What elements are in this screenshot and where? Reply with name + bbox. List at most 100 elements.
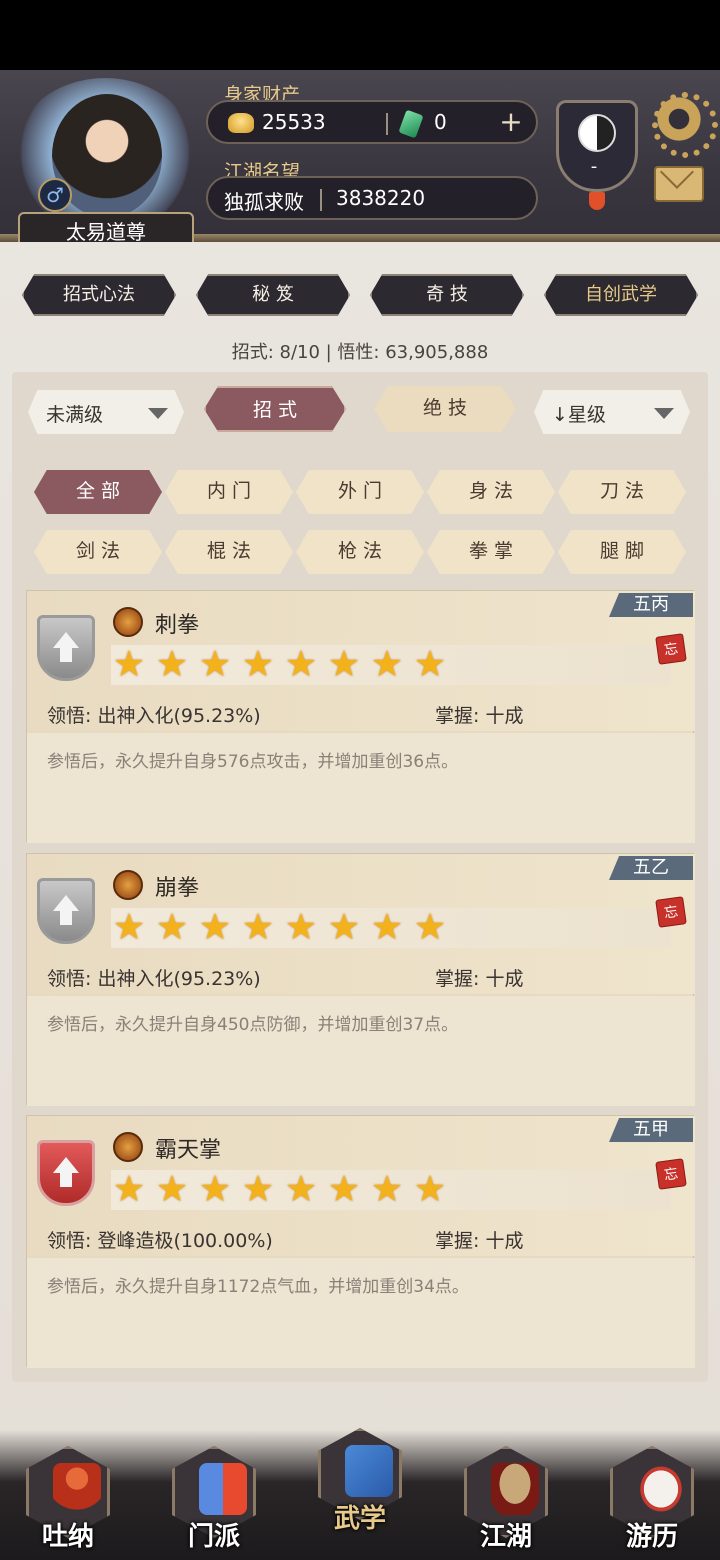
level-filter-value: 未满级	[46, 404, 104, 426]
star-icon: ★	[155, 1169, 189, 1210]
taiji-badge[interactable]: -	[556, 84, 638, 210]
star-icon: ★	[413, 1169, 447, 1210]
skill-mastery: 掌握: 十成	[435, 1230, 524, 1252]
star-icon: ★	[155, 644, 189, 685]
skill-card[interactable]: 霸天掌 ★ ★ ★ ★ ★ ★ ★ ★ 领悟: 登峰造极(100.00%) 掌握…	[26, 1115, 695, 1368]
nav-sect[interactable]: 门派	[166, 1446, 262, 1556]
category-movement[interactable]: 身 法	[427, 470, 555, 514]
gold-ingot-icon	[228, 113, 254, 133]
category-sword[interactable]: 剑 法	[34, 530, 162, 574]
category-all[interactable]: 全 部	[34, 470, 162, 514]
star-icon: ★	[370, 644, 404, 685]
tab-unique-skills[interactable]: 奇 技	[370, 274, 524, 316]
star-rating: ★ ★ ★ ★ ★ ★ ★ ★	[111, 1170, 671, 1210]
taiji-value: -	[590, 156, 598, 177]
nav-label: 江湖	[479, 1522, 532, 1552]
skill-type-icon	[113, 607, 143, 637]
star-icon: ★	[112, 907, 146, 948]
star-icon: ★	[284, 644, 318, 685]
nav-label: 游历	[625, 1522, 678, 1552]
skill-card[interactable]: 崩拳 ★ ★ ★ ★ ★ ★ ★ ★ 领悟: 出神入化(95.23%) 掌握: …	[26, 853, 695, 1106]
skill-grade-tag: 五丙	[609, 593, 693, 617]
yin-yang-icon	[578, 114, 616, 152]
star-icon: ★	[241, 644, 275, 685]
star-icon: ★	[155, 907, 189, 948]
skill-description: 参悟后，永久提升自身576点攻击，并增加重创36点。	[47, 752, 459, 772]
skill-name: 崩拳	[155, 876, 200, 901]
skill-type-icon	[113, 1132, 143, 1162]
nav-travel[interactable]: 游历	[604, 1446, 700, 1556]
up-arrow-icon	[53, 632, 79, 648]
skill-description: 参悟后，永久提升自身1172点气血，并增加重创34点。	[47, 1277, 469, 1297]
category-blade[interactable]: 刀 法	[558, 470, 686, 514]
fame-box: 独孤求败 3838220	[206, 176, 538, 220]
category-inner[interactable]: 内 门	[165, 470, 293, 514]
star-icon: ★	[413, 907, 447, 948]
skill-grade-tag: 五乙	[609, 856, 693, 880]
player-avatar[interactable]: ♂	[14, 78, 196, 228]
chevron-down-icon	[148, 408, 168, 419]
nav-label: 门派	[187, 1522, 240, 1552]
star-icon: ★	[327, 1169, 361, 1210]
star-icon: ★	[284, 1169, 318, 1210]
jade-icon	[398, 109, 424, 139]
add-currency-button[interactable]: +	[496, 108, 526, 138]
chevron-down-icon	[654, 408, 674, 419]
segment-ultimates[interactable]: 绝 技	[374, 386, 516, 432]
up-arrow-stem	[60, 911, 72, 925]
up-arrow-icon	[53, 1157, 79, 1173]
skill-card[interactable]: 刺拳 ★ ★ ★ ★ ★ ★ ★ ★ 领悟: 出神入化(95.23%) 掌握: …	[26, 590, 695, 843]
star-icon: ★	[284, 907, 318, 948]
forget-skill-button[interactable]: 忘	[655, 1158, 687, 1190]
star-icon: ★	[241, 907, 275, 948]
star-icon: ★	[413, 644, 447, 685]
category-spear[interactable]: 枪 法	[296, 530, 424, 574]
category-leg-kick[interactable]: 腿 脚	[558, 530, 686, 574]
star-icon: ★	[370, 1169, 404, 1210]
star-sort-dropdown[interactable]: ↓星级	[534, 390, 690, 434]
mail-icon[interactable]	[654, 166, 704, 202]
horse-art	[637, 1463, 685, 1515]
up-arrow-icon	[53, 895, 79, 911]
star-sort-value: ↓星级	[552, 404, 606, 426]
star-icon: ★	[198, 644, 232, 685]
male-icon: ♂	[38, 178, 72, 212]
forget-skill-button[interactable]: 忘	[655, 896, 687, 928]
star-icon: ★	[198, 1169, 232, 1210]
skill-realm: 领悟: 登峰造极(100.00%)	[47, 1230, 273, 1252]
star-icon: ★	[327, 644, 361, 685]
skill-type-icon	[113, 870, 143, 900]
tassel-icon	[589, 192, 605, 210]
tab-secret-manuals[interactable]: 秘 笈	[196, 274, 350, 316]
tab-techniques[interactable]: 招式心法	[22, 274, 176, 316]
nav-label: 吐纳	[41, 1522, 94, 1552]
nav-martial-arts[interactable]: 武学	[312, 1428, 408, 1538]
star-rating: ★ ★ ★ ★ ★ ★ ★ ★	[111, 908, 671, 948]
star-icon: ★	[198, 907, 232, 948]
skill-mastery: 掌握: 十成	[435, 705, 524, 727]
forget-skill-button[interactable]: 忘	[655, 633, 687, 665]
category-fist-palm[interactable]: 拳 掌	[427, 530, 555, 574]
rank-badge-icon	[37, 878, 95, 944]
star-rating: ★ ★ ★ ★ ★ ★ ★ ★	[111, 645, 671, 685]
segment-moves[interactable]: 招 式	[204, 386, 346, 432]
up-arrow-stem	[60, 648, 72, 662]
star-icon: ★	[241, 1169, 275, 1210]
fame-value: 3838220	[336, 186, 426, 210]
meditation-art	[53, 1463, 101, 1515]
rank-badge-icon	[37, 615, 95, 681]
skill-name: 霸天掌	[155, 1138, 222, 1163]
tab-self-created[interactable]: 自创武学	[544, 274, 698, 316]
nav-jianghu[interactable]: 江湖	[458, 1446, 554, 1556]
category-staff[interactable]: 棍 法	[165, 530, 293, 574]
skill-realm: 领悟: 出神入化(95.23%)	[47, 705, 261, 727]
nav-meditation[interactable]: 吐纳	[20, 1446, 116, 1556]
skill-grade-tag: 五甲	[609, 1118, 693, 1142]
skill-stats: 招式: 8/10 | 悟性: 63,905,888	[231, 342, 489, 363]
category-outer[interactable]: 外 门	[296, 470, 424, 514]
gear-icon[interactable]	[652, 92, 718, 158]
level-filter-dropdown[interactable]: 未满级	[28, 390, 184, 434]
fame-title: 独孤求败	[224, 190, 304, 214]
hat-art	[491, 1463, 539, 1515]
sect-art	[199, 1463, 247, 1515]
